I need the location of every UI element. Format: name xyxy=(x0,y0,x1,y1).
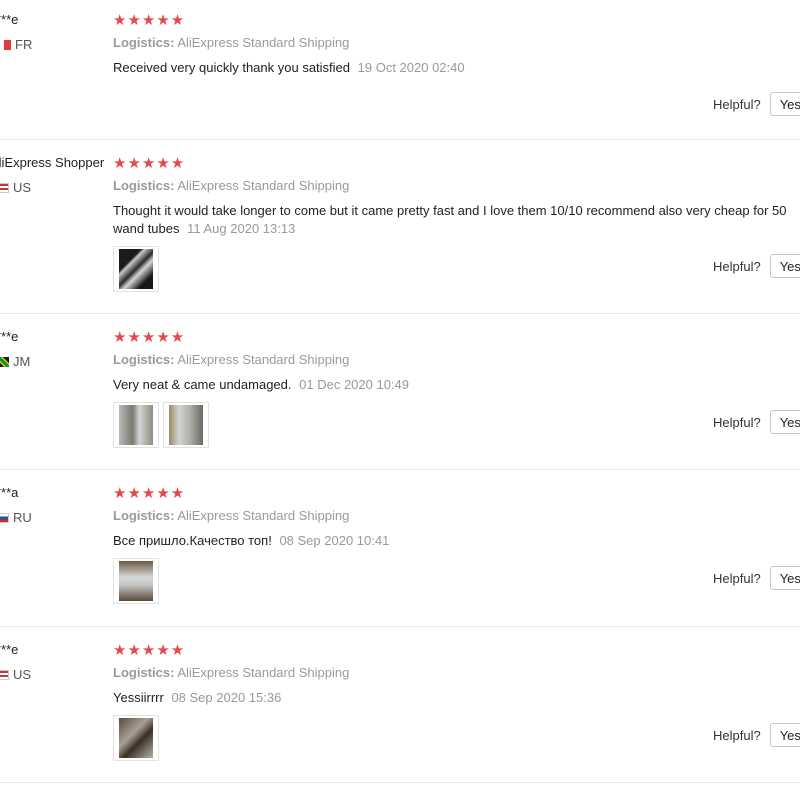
logistics-info: Logistics: AliExpress Standard Shipping xyxy=(113,35,349,50)
helpful-label: Helpful? xyxy=(713,570,761,586)
flag-icon xyxy=(4,39,11,50)
helpful-label: Helpful? xyxy=(713,96,761,112)
logistics-info: Logistics: AliExpress Standard Shipping xyxy=(113,178,349,193)
review-photo-thumbnail[interactable] xyxy=(113,558,159,604)
reviewer-country: US xyxy=(0,667,31,682)
review-body: Yessiirrrr xyxy=(113,690,164,705)
review-text: Very neat & came undamaged. 01 Dec 2020 … xyxy=(113,376,800,394)
logistics-label: Logistics: xyxy=(113,665,175,680)
logistics-label: Logistics: xyxy=(113,35,175,50)
helpful-controls: Helpful? Yes xyxy=(713,92,800,116)
reviewer-country: US xyxy=(0,180,31,195)
review-photo-thumbnail[interactable] xyxy=(113,402,159,448)
review-item: ***a RU ★★★★★ Logistics: AliExpress Stan… xyxy=(0,470,800,627)
logistics-label: Logistics: xyxy=(113,178,175,193)
helpful-yes-button[interactable]: Yes xyxy=(769,254,800,278)
reviewer-name: AliExpress Shopper xyxy=(0,155,105,170)
reviewer-name: ***e xyxy=(0,12,19,27)
logistics-value: AliExpress Standard Shipping xyxy=(177,665,350,680)
star-rating: ★★★★★ xyxy=(113,485,186,502)
star-rating: ★★★★★ xyxy=(113,155,186,172)
reviewer-country: JM xyxy=(0,354,30,369)
logistics-info: Logistics: AliExpress Standard Shipping xyxy=(113,352,349,367)
helpful-yes-button[interactable]: Yes xyxy=(769,92,800,116)
helpful-controls: Helpful? Yes xyxy=(713,410,800,434)
review-photos xyxy=(113,402,209,448)
review-photos xyxy=(113,246,159,292)
review-photo-thumbnail[interactable] xyxy=(113,246,159,292)
review-photos xyxy=(113,558,159,604)
review-date: 08 Sep 2020 10:41 xyxy=(279,533,390,548)
review-text: Received very quickly thank you satisfie… xyxy=(113,59,800,77)
reviewer-country: FR xyxy=(0,37,32,52)
reviewer-country: RU xyxy=(0,510,32,525)
star-rating: ★★★★★ xyxy=(113,642,186,659)
helpful-controls: Helpful? Yes xyxy=(713,566,800,590)
logistics-value: AliExpress Standard Shipping xyxy=(177,35,350,50)
logistics-label: Logistics: xyxy=(113,352,175,367)
flag-icon xyxy=(0,182,9,193)
helpful-yes-button[interactable]: Yes xyxy=(769,723,800,747)
review-text: Все пришло.Качество топ! 08 Sep 2020 10:… xyxy=(113,532,800,550)
review-date: 11 Aug 2020 13:13 xyxy=(187,221,296,236)
photo-image xyxy=(119,249,153,289)
logistics-label: Logistics: xyxy=(113,508,175,523)
review-item: AliExpress Shopper US ★★★★★ Logistics: A… xyxy=(0,140,800,314)
star-rating: ★★★★★ xyxy=(113,329,186,346)
photo-image xyxy=(119,561,153,601)
logistics-info: Logistics: AliExpress Standard Shipping xyxy=(113,508,349,523)
star-rating: ★★★★★ xyxy=(113,12,186,29)
photo-image xyxy=(119,718,153,758)
helpful-label: Helpful? xyxy=(713,727,761,743)
country-code: US xyxy=(13,180,32,195)
helpful-yes-button[interactable]: Yes xyxy=(769,566,800,590)
flag-icon xyxy=(0,669,9,680)
reviewer-name: ***e xyxy=(0,642,19,657)
review-text: Thought it would take longer to come but… xyxy=(113,202,800,238)
reviewer-name: ***a xyxy=(0,485,19,500)
logistics-value: AliExpress Standard Shipping xyxy=(177,508,350,523)
country-code: JM xyxy=(13,354,31,369)
helpful-controls: Helpful? Yes xyxy=(713,254,800,278)
country-code: FR xyxy=(15,37,33,52)
review-body: Very neat & came undamaged. xyxy=(113,377,292,392)
review-photo-thumbnail[interactable] xyxy=(163,402,209,448)
country-code: RU xyxy=(13,510,32,525)
flag-icon xyxy=(0,356,9,367)
review-date: 19 Oct 2020 02:40 xyxy=(357,60,465,75)
flag-icon xyxy=(0,512,9,523)
review-photos xyxy=(113,715,159,761)
review-body: Received very quickly thank you satisfie… xyxy=(113,60,351,75)
country-code: US xyxy=(13,667,32,682)
review-text: Yessiirrrr 08 Sep 2020 15:36 xyxy=(113,689,800,707)
review-photo-thumbnail[interactable] xyxy=(113,715,159,761)
logistics-value: AliExpress Standard Shipping xyxy=(177,178,350,193)
review-item: ***e FR ★★★★★ Logistics: AliExpress Stan… xyxy=(0,0,800,140)
logistics-value: AliExpress Standard Shipping xyxy=(177,352,350,367)
helpful-label: Helpful? xyxy=(713,258,761,274)
helpful-controls: Helpful? Yes xyxy=(713,723,800,747)
review-body: Все пришло.Качество топ! xyxy=(113,533,272,548)
logistics-info: Logistics: AliExpress Standard Shipping xyxy=(113,665,349,680)
helpful-yes-button[interactable]: Yes xyxy=(769,410,800,434)
helpful-label: Helpful? xyxy=(713,414,761,430)
review-date: 08 Sep 2020 15:36 xyxy=(171,690,282,705)
reviewer-name: ***e xyxy=(0,329,19,344)
photo-image xyxy=(169,405,203,445)
photo-image xyxy=(119,405,153,445)
review-date: 01 Dec 2020 10:49 xyxy=(299,377,410,392)
review-item: ***e US ★★★★★ Logistics: AliExpress Stan… xyxy=(0,627,800,783)
review-item: ***e JM ★★★★★ Logistics: AliExpress Stan… xyxy=(0,314,800,470)
